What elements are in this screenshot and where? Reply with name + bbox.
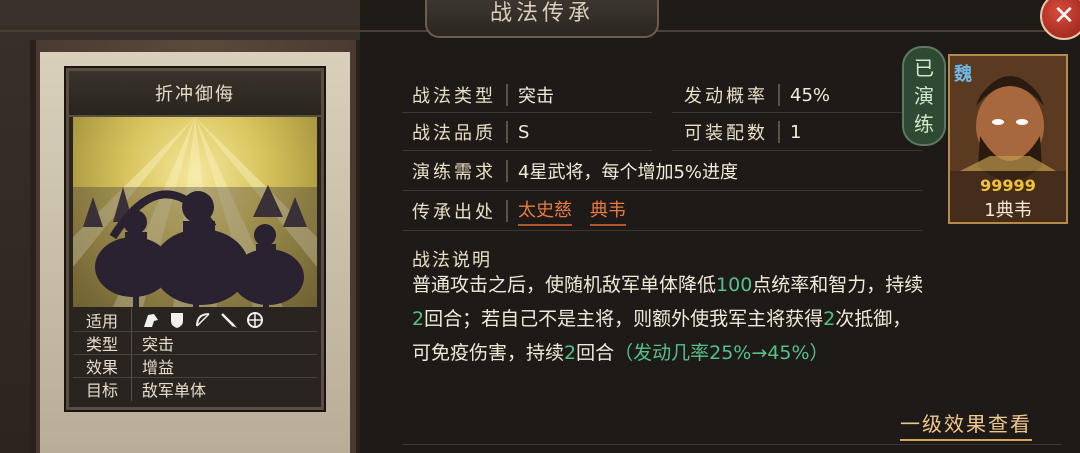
close-icon: ✕	[1053, 1, 1075, 31]
field-quality-value: S	[518, 121, 530, 143]
row-divider	[402, 150, 652, 151]
divider	[778, 84, 780, 106]
desc-part: 次抵御，	[835, 308, 912, 330]
field-origin-label: 传承出处	[412, 202, 496, 223]
badge-char: 已	[914, 56, 934, 80]
field-quality-label: 战法品质	[412, 123, 496, 144]
field-practice-label: 演练需求	[412, 162, 496, 183]
hero-portrait-card[interactable]: 魏 99999 1典韦	[948, 54, 1068, 224]
field-practice: 演练需求 4星武将，每个增加5%进度	[412, 156, 738, 186]
spear-icon	[220, 311, 238, 329]
desc-number: 2	[564, 342, 577, 364]
badge-char: 演	[914, 84, 934, 108]
hero-name: 1典韦	[984, 200, 1032, 221]
field-probability-label: 发动概率	[684, 86, 768, 107]
desc-number: 100	[716, 274, 753, 296]
field-origin: 传承出处 太史慈 典韦	[412, 196, 644, 226]
description-text: 普通攻击之后，使随机敌军单体降低100点统率和智力，持续 2回合；若自己不是主将…	[412, 268, 1062, 370]
shield-icon	[168, 311, 186, 329]
field-type: 战法类型 突击	[412, 80, 554, 110]
bottom-divider	[402, 444, 1062, 445]
effect-value: 增益	[142, 358, 175, 377]
desc-part: 可免疫伤害，持续	[412, 342, 565, 364]
row-divider	[672, 150, 922, 151]
type-value: 突击	[142, 335, 175, 354]
field-equip: 可装配数 1	[684, 117, 801, 147]
effect-label: 效果	[73, 354, 132, 378]
desc-part: 回合	[576, 342, 615, 364]
window-title: 战法传承	[489, 1, 594, 26]
info-row-use: 适用	[73, 308, 317, 332]
wheel-icon	[246, 311, 264, 329]
skill-card-title: 折冲御侮	[69, 71, 321, 117]
level1-effect-link[interactable]: 一级效果查看	[900, 408, 1032, 441]
desc-upgrade-rate: （发动几率25%→45%）	[614, 342, 829, 364]
field-practice-value: 4星武将，每个增加5%进度	[518, 162, 739, 183]
divider	[506, 121, 508, 143]
field-probability: 发动概率 45%	[684, 80, 830, 110]
skill-card-info: 适用 类型 突击 效果 增益 目标 敌军单体	[73, 308, 317, 403]
field-type-label: 战法类型	[412, 86, 496, 107]
origin-hero-link[interactable]: 典韦	[590, 196, 626, 226]
origin-hero-link[interactable]: 太史慈	[518, 196, 572, 226]
hero-faction: 魏	[954, 64, 972, 85]
info-row-target: 目标 敌军单体	[73, 377, 317, 401]
use-icons	[132, 311, 264, 329]
field-equip-value: 1	[790, 121, 802, 143]
divider	[506, 84, 508, 106]
practiced-badge: 已 演 练	[902, 46, 946, 146]
skill-card-art	[73, 117, 317, 307]
row-divider	[672, 112, 922, 113]
target-label: 目标	[73, 377, 132, 401]
badge-char: 练	[914, 112, 934, 136]
field-probability-value: 45%	[790, 84, 831, 106]
desc-part: 回合；若自己不是主将，则额外使我军主将获得	[424, 308, 824, 330]
use-label: 适用	[73, 308, 132, 332]
desc-part: 点统率和智力，持续	[752, 274, 924, 296]
skill-card: 折冲御侮 适用 类型 突击 效果 增益 目标 敌军单体	[66, 68, 324, 410]
field-type-value: 突击	[518, 86, 554, 107]
info-row-effect: 效果 增益	[73, 354, 317, 378]
desc-number: 2	[823, 308, 836, 330]
info-row-type: 类型 突击	[73, 331, 317, 355]
row-divider	[402, 112, 652, 113]
bow-icon	[194, 311, 212, 329]
field-equip-label: 可装配数	[684, 123, 768, 144]
window-title-tab: 战法传承	[425, 0, 659, 38]
row-divider	[402, 190, 922, 191]
divider	[778, 121, 780, 143]
divider	[506, 200, 508, 222]
battle-silhouette-icon	[73, 117, 317, 307]
hero-stars: 99999	[980, 176, 1036, 195]
target-value: 敌军单体	[142, 381, 207, 400]
field-quality: 战法品质 S	[412, 117, 529, 147]
row-divider	[402, 230, 922, 231]
desc-part: 普通攻击之后，使随机敌军单体降低	[412, 274, 717, 296]
desc-number: 2	[412, 308, 425, 330]
type-label: 类型	[73, 331, 132, 355]
cavalry-icon	[142, 311, 160, 329]
divider	[506, 160, 508, 182]
